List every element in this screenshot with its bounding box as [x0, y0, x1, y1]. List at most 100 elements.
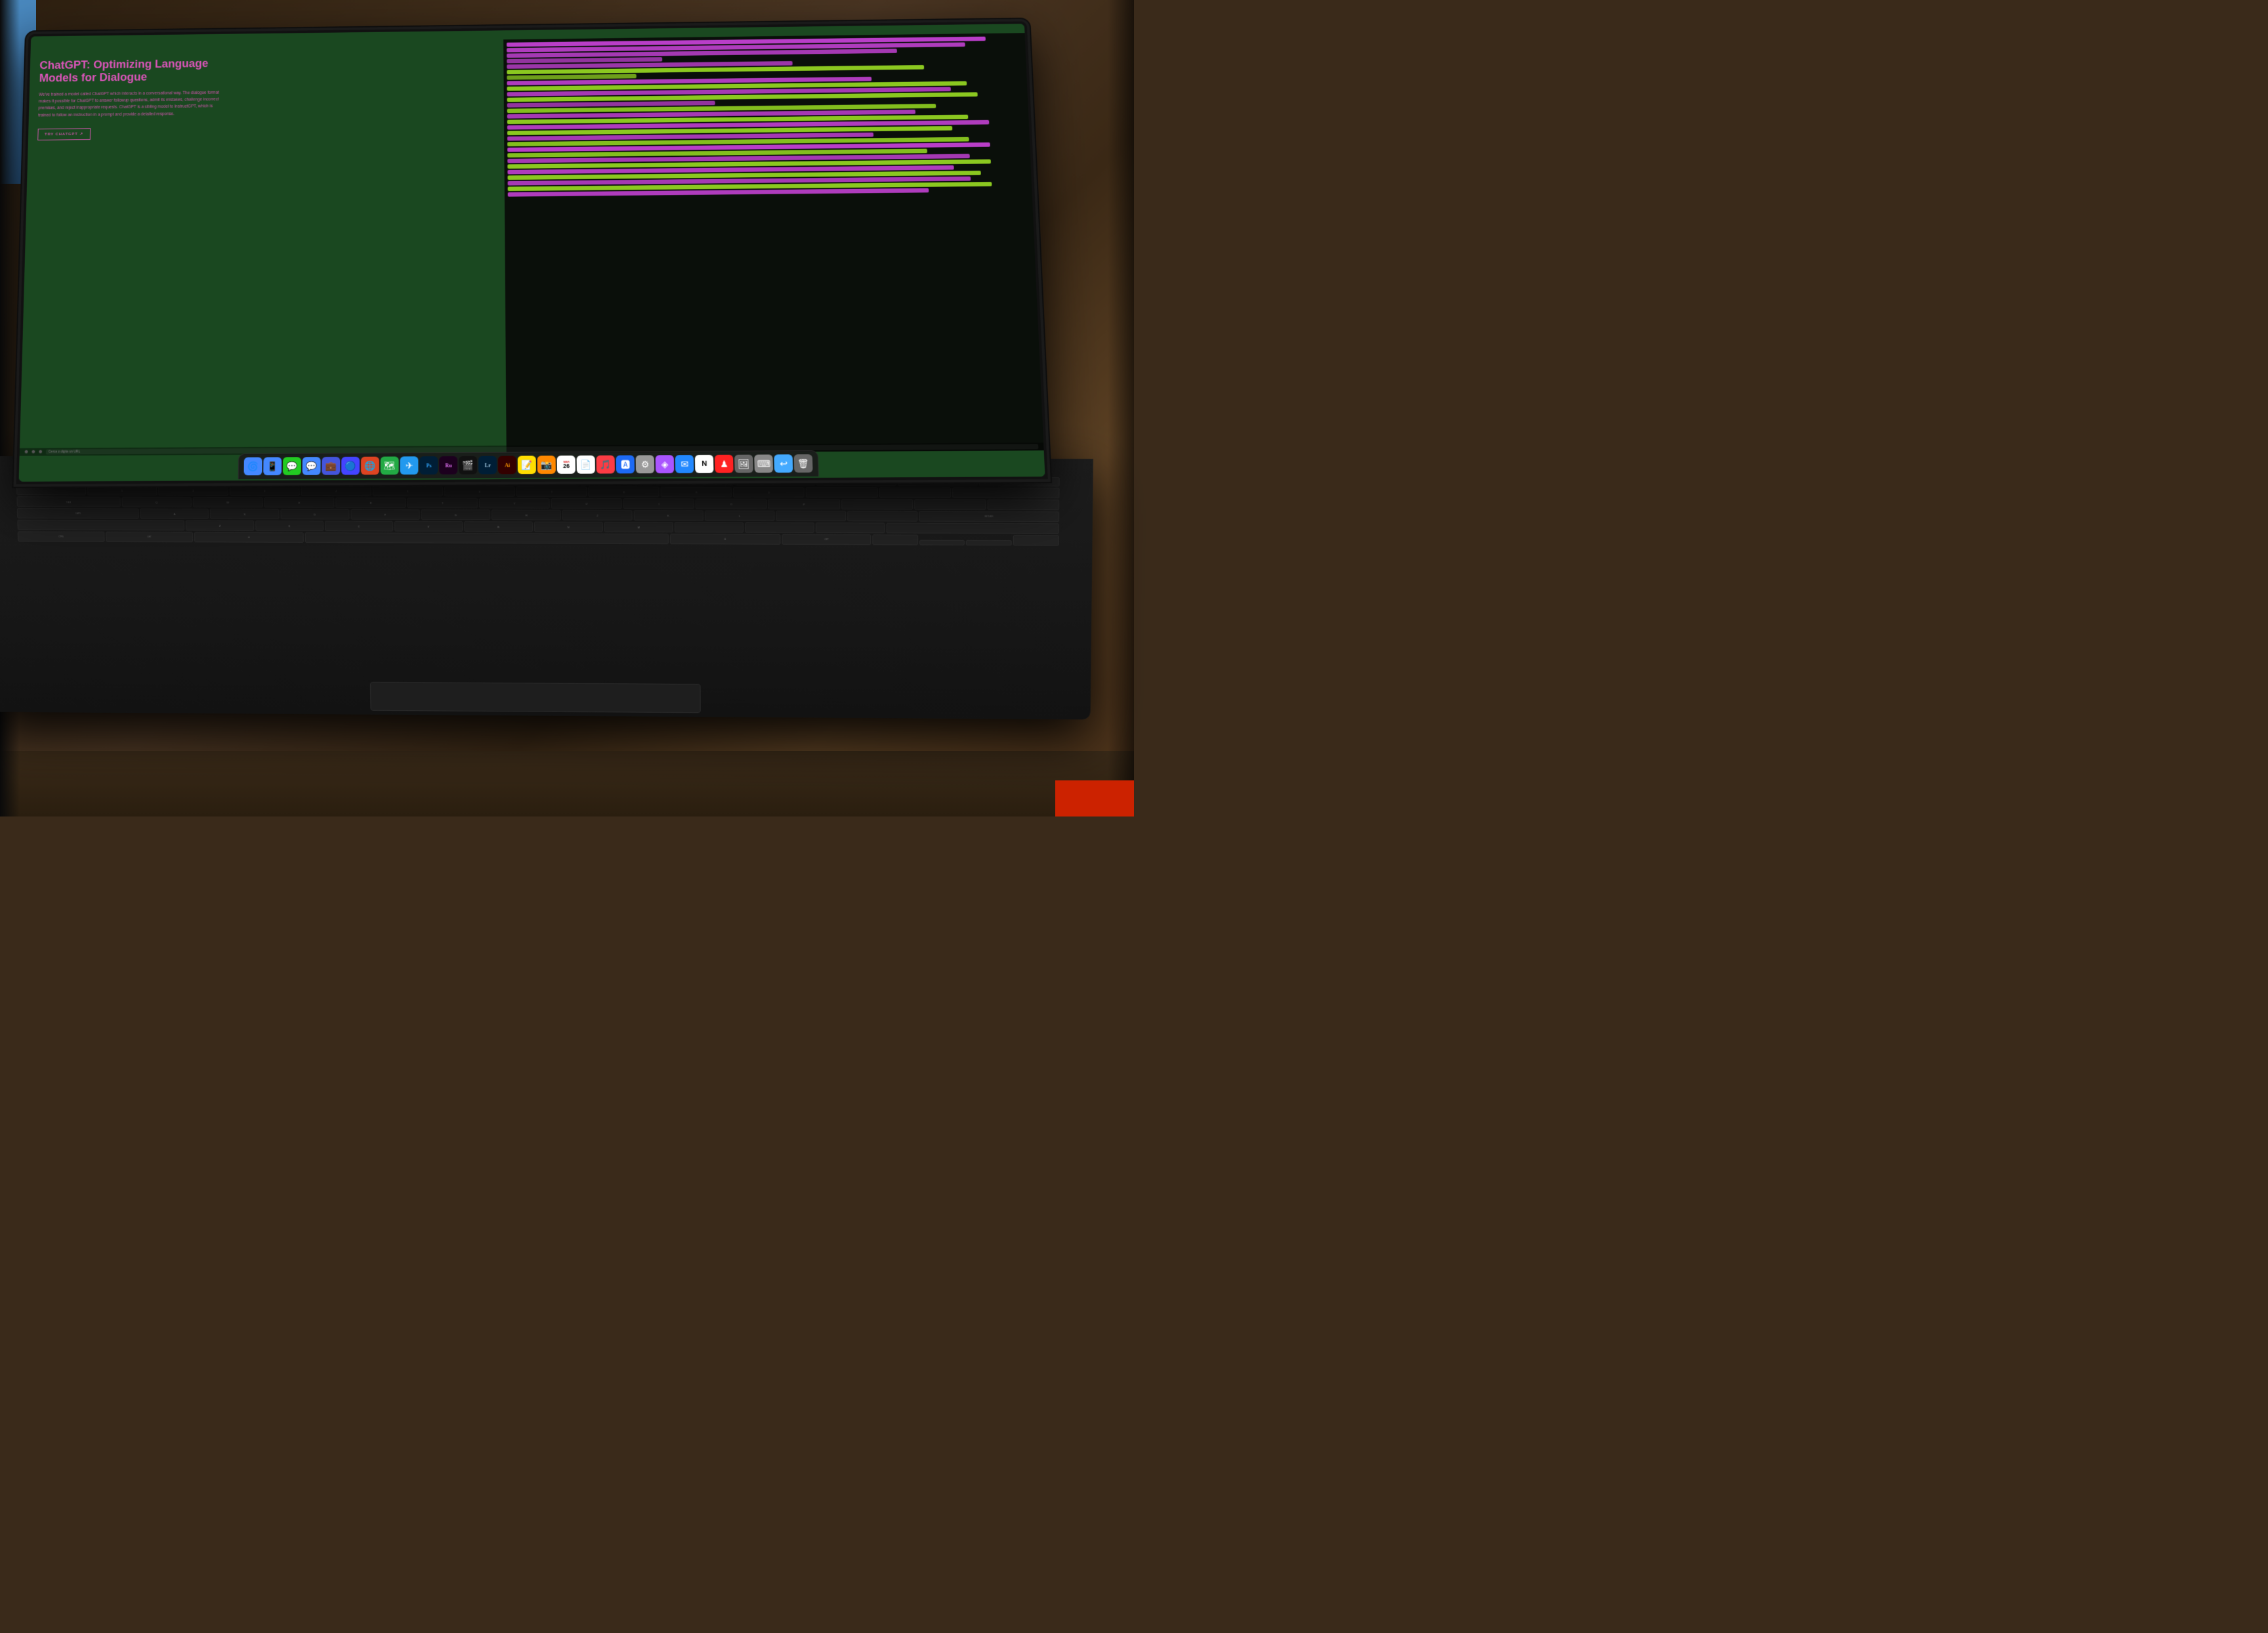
key-plus[interactable] [879, 487, 951, 498]
key-a[interactable]: A [140, 508, 209, 519]
key-space[interactable] [305, 532, 669, 544]
key-cmd-l[interactable]: ⌘ [194, 532, 304, 542]
dock-app-calculator[interactable]: ⌨ [755, 455, 774, 473]
key-bracket-open[interactable] [841, 499, 913, 509]
key-ctrl[interactable]: CTRL [18, 531, 105, 541]
key-z[interactable]: Z [186, 520, 255, 530]
key-caps[interactable]: CAPS [17, 508, 139, 519]
dock-app-maps[interactable]: 🗺 [381, 457, 399, 475]
key-period[interactable] [746, 522, 815, 532]
key-r[interactable]: R [336, 497, 406, 507]
key-backtick[interactable]: ` [16, 484, 86, 495]
key-t[interactable]: T [408, 498, 478, 508]
key-c[interactable]: C [325, 520, 393, 531]
dock-app-calendar[interactable]: MAR26 [557, 456, 576, 475]
key-y[interactable]: Y [479, 498, 550, 508]
key-6[interactable]: 6 [444, 486, 515, 496]
dock-app-rush[interactable]: Ru [440, 456, 458, 475]
dock-app-photoshop[interactable]: Ps [420, 457, 438, 475]
dock-app-preview[interactable]: 🖼 [735, 455, 754, 473]
dock-app-timeshift[interactable]: ↩ [774, 455, 793, 473]
key-down[interactable] [967, 540, 1013, 545]
key-3[interactable]: 3 [230, 485, 300, 496]
desk-background: API RESEARCH BLOG ABOUT ChatGPT: Optimiz… [0, 0, 1134, 816]
dock-app-finder2[interactable]: 📄 [577, 456, 595, 474]
key-d[interactable]: D [280, 509, 349, 519]
key-m[interactable]: M [604, 522, 673, 532]
key-comma[interactable] [675, 522, 744, 532]
key-s[interactable]: S [211, 509, 280, 519]
key-2[interactable]: 2 [159, 485, 229, 496]
url-dot-3 [39, 450, 42, 454]
right-shadow [1108, 0, 1134, 816]
key-8[interactable]: 8 [589, 486, 660, 497]
key-shift-l[interactable] [18, 519, 185, 530]
key-5[interactable]: 5 [373, 486, 444, 496]
key-slash[interactable] [816, 522, 885, 533]
dock-app-mimestream[interactable]: ✉ [675, 456, 694, 474]
dock-app-slack[interactable]: 💼 [322, 457, 341, 475]
key-cmd-r[interactable]: ⌘ [670, 534, 781, 545]
dock-app-shellfish[interactable]: ◈ [656, 456, 675, 474]
key-4[interactable]: 4 [301, 485, 371, 496]
dock-app-chrome[interactable]: 🌐 [361, 457, 379, 475]
key-semicolon[interactable] [776, 511, 847, 521]
key-0[interactable]: 0 [734, 486, 805, 497]
key-n[interactable]: N [534, 521, 603, 532]
key-g[interactable]: G [421, 509, 491, 520]
key-q[interactable]: Q [122, 496, 192, 507]
key-b[interactable]: B [464, 521, 533, 532]
key-left[interactable] [873, 534, 918, 545]
key-1[interactable]: 1 [87, 484, 158, 495]
dock-app-trash[interactable]: 🗑 [794, 455, 813, 473]
dock-app-settings[interactable]: ⚙ [636, 456, 655, 474]
key-9[interactable]: 9 [661, 486, 732, 497]
url-dot-2 [32, 450, 35, 454]
dock-app-music[interactable]: 🎵 [597, 456, 615, 474]
key-return[interactable]: RETURN [919, 511, 1059, 522]
key-7[interactable]: 7 [516, 486, 587, 496]
dock-app-notion[interactable]: N [695, 455, 714, 473]
dock-app-snapchat[interactable]: 📸 [537, 456, 556, 475]
dock-app-launchpad[interactable]: 📱 [264, 457, 282, 476]
key-w[interactable]: W [193, 497, 263, 507]
key-tab[interactable]: TAB [17, 496, 121, 507]
key-f[interactable]: F [351, 509, 421, 519]
keyboard-area: ES C ` 1 2 3 4 5 [16, 474, 1060, 683]
key-delete[interactable] [952, 487, 1060, 498]
dock-app-illustrator[interactable]: Ai [498, 456, 516, 475]
key-o[interactable]: O [696, 498, 768, 509]
key-option-l[interactable]: OPT [106, 532, 194, 542]
key-shift-r[interactable] [887, 522, 1059, 534]
dock-app-notes[interactable]: 📝 [518, 456, 536, 475]
dock-app-imovie[interactable]: 🎬 [459, 456, 478, 475]
key-e[interactable]: E [264, 497, 335, 507]
key-l[interactable]: L [705, 510, 775, 520]
key-minus[interactable] [807, 487, 878, 498]
dock-app-whatsapp[interactable]: 💬 [283, 457, 301, 476]
dock-app-discord[interactable]: 🔵 [342, 457, 360, 475]
key-backslash[interactable] [988, 499, 1060, 510]
key-p[interactable]: P [768, 499, 840, 509]
dock-app-messages[interactable]: 💬 [303, 457, 321, 476]
desk-bottom [0, 751, 1134, 816]
key-quote[interactable] [848, 511, 918, 521]
key-right[interactable] [1013, 535, 1059, 545]
dock-app-safari[interactable]: ✈ [400, 457, 419, 475]
dock-app-lightroom[interactable]: Lr [478, 456, 497, 475]
key-u[interactable]: U [551, 498, 622, 508]
key-k[interactable]: K [634, 510, 704, 520]
key-x[interactable]: X [255, 520, 324, 531]
dock-app-appstore[interactable]: 🅰 [616, 456, 635, 474]
key-i[interactable]: I [623, 498, 694, 509]
key-j[interactable]: J [562, 509, 632, 520]
key-v[interactable]: V [394, 520, 463, 531]
key-h[interactable]: H [492, 509, 562, 520]
trackpad[interactable] [370, 681, 701, 712]
try-chatgpt-button[interactable]: TRY CHATGPT ↗ [38, 128, 91, 140]
key-up[interactable] [919, 540, 965, 545]
key-option-r[interactable]: OPT [782, 534, 872, 544]
key-bracket-close[interactable] [914, 499, 986, 509]
dock-app-craft[interactable]: ♟ [715, 455, 734, 473]
dock-app-finder[interactable]: 🌀 [244, 457, 262, 476]
